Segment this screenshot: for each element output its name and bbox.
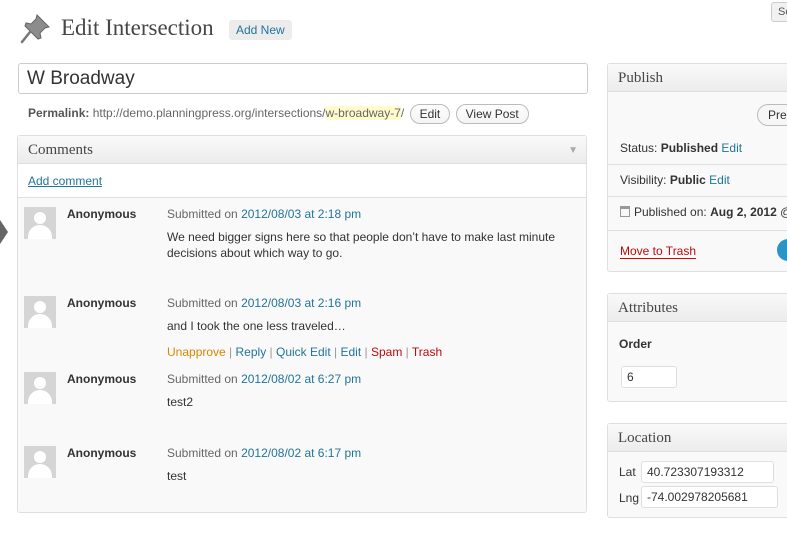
move-to-trash-link[interactable]: Move to Trash [620,244,697,259]
avatar [24,296,56,328]
lat-label: Lat [619,465,636,479]
screen-options-button[interactable]: Sc [771,2,787,22]
comment-meta: Submitted on 2012/08/03 at 2:16 pm [167,296,362,310]
collapse-arrow-icon[interactable] [0,220,8,244]
comment-row: Anonymous Submitted on 2012/08/03 at 2:1… [18,198,586,288]
lat-input[interactable]: 40.723307193312 [641,461,774,483]
comment-meta: Submitted on 2012/08/02 at 6:17 pm [167,446,362,460]
comment-author: Anonymous [67,296,137,310]
comment-date-link[interactable]: 2012/08/03 at 2:18 pm [241,207,361,221]
comments-heading[interactable]: Comments ▼ [18,136,586,164]
post-title-input[interactable]: W Broadway [18,63,588,94]
lng-input[interactable]: -74.002978205681 [641,486,778,508]
published-date: Aug 2, 2012 [710,205,777,219]
permalink-tail: / [400,106,405,121]
edit-visibility-link[interactable]: Edit [709,173,730,187]
spam-link[interactable]: Spam [371,345,402,359]
permalink-slug[interactable]: w-broadway-7 [325,106,401,121]
permalink-base: http://demo.planningpress.org/intersecti… [92,106,326,121]
unapprove-link[interactable]: Unapprove [167,345,226,359]
add-new-button[interactable]: Add New [229,20,292,40]
avatar [24,207,56,239]
status-row: Status: Published Edit [620,141,743,155]
order-label: Order [619,337,652,351]
comment-author: Anonymous [67,372,137,386]
comment-row: Anonymous Submitted on 2012/08/02 at 6:1… [18,437,586,511]
location-heading[interactable]: Location [608,424,787,452]
comment-row: Anonymous Submitted on 2012/08/02 at 6:2… [18,363,586,438]
comment-author: Anonymous [67,207,137,221]
edit-comment-link[interactable]: Edit [340,345,361,359]
calendar-icon [620,206,630,217]
attributes-heading[interactable]: Attributes [608,294,787,322]
status-value: Published [660,141,719,155]
edit-status-link[interactable]: Edit [721,141,742,155]
visibility-value: Public [669,173,706,187]
permalink-label: Permalink: [28,106,90,121]
visibility-row: Visibility: Public Edit [620,173,730,187]
comments-heading-label: Comments [28,142,94,158]
order-input[interactable]: 6 [621,366,677,388]
publish-heading[interactable]: Publish [608,64,787,92]
comment-meta: Submitted on 2012/08/02 at 6:27 pm [167,372,362,386]
comment-author: Anonymous [67,446,137,460]
comment-text: test [167,469,187,483]
comment-date-link[interactable]: 2012/08/03 at 2:16 pm [241,296,361,310]
page-title: Edit Intersection [61,15,214,40]
comment-date-link[interactable]: 2012/08/02 at 6:27 pm [241,372,361,386]
publish-box: Publish Status: Published Edit Visibilit… [607,63,787,272]
published-on-row: Published on: Aug 2, 2012 @ [620,205,787,219]
pushpin-icon [20,14,50,44]
reply-link[interactable]: Reply [236,345,267,359]
add-comment-link[interactable]: Add comment [28,174,102,188]
avatar [24,446,56,478]
comment-meta: Submitted on 2012/08/03 at 2:18 pm [167,207,362,221]
comment-text: We need bigger signs here so that people… [167,230,556,260]
toggle-arrow-icon[interactable]: ▼ [568,145,578,156]
attributes-box: Attributes Order 6 [607,293,787,402]
edit-permalink-button[interactable]: Edit [409,104,451,124]
comment-row-actions: Unapprove | Reply | Quick Edit | Edit | … [167,345,443,359]
trash-row: Move to Trash [620,244,697,259]
permalink-row: Permalink: http://demo.planningpress.org… [28,104,529,124]
comment-text: and I took the one less traveled… [167,319,346,333]
quick-edit-link[interactable]: Quick Edit [276,345,331,359]
comment-row: Anonymous Submitted on 2012/08/03 at 2:1… [18,287,586,364]
comments-box: Comments ▼ Add comment Anonymous Submitt… [17,135,587,513]
comment-text: test2 [167,395,194,409]
location-box: Location Lat 40.723307193312 Lng -74.002… [607,423,787,518]
avatar [24,372,56,404]
lng-label: Lng [619,491,640,505]
preview-button[interactable]: Pre [757,104,787,126]
view-post-button[interactable]: View Post [455,104,529,124]
trash-link[interactable]: Trash [412,345,442,359]
add-comment-row: Add comment [18,164,586,198]
comment-date-link[interactable]: 2012/08/02 at 6:17 pm [241,446,361,460]
